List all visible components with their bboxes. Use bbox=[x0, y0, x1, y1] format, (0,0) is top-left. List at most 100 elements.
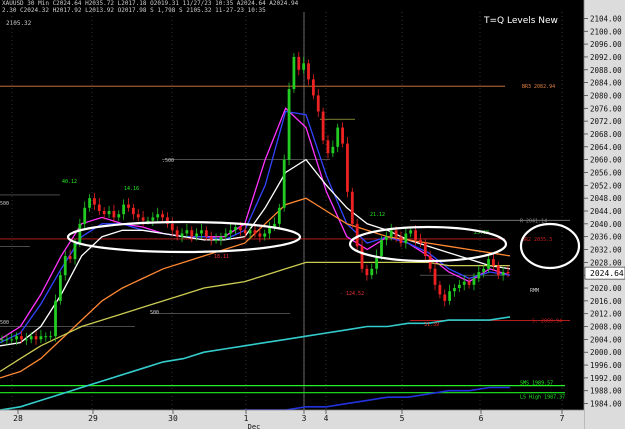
candle-body-99 bbox=[482, 268, 486, 272]
y-tick-label-13: 2052.00 bbox=[590, 181, 622, 190]
y-tick-label-1: 2100.00 bbox=[590, 27, 622, 36]
ma-line-5 bbox=[0, 316, 511, 411]
candle-body-17 bbox=[83, 207, 87, 224]
candle-body-57 bbox=[277, 207, 281, 224]
candle-body-89 bbox=[433, 268, 437, 285]
y-tick-label-19: 2028.00 bbox=[590, 258, 622, 267]
level-label-3: S. 2009.94 bbox=[532, 318, 562, 324]
annotation-6: 31.39 bbox=[424, 322, 439, 328]
candle-body-74 bbox=[360, 246, 364, 269]
annotation-7: .500 bbox=[162, 158, 174, 164]
candle-body-72 bbox=[350, 191, 354, 224]
candle-body-104 bbox=[506, 271, 510, 274]
candle-body-40 bbox=[195, 233, 199, 237]
candle-body-67 bbox=[326, 140, 330, 154]
y-tick-label-22: 2016.00 bbox=[590, 297, 622, 306]
y-tick-label-11: 2060.00 bbox=[590, 156, 622, 165]
candle-body-45 bbox=[219, 236, 223, 240]
candle-body-16 bbox=[78, 223, 82, 244]
candle-body-63 bbox=[307, 63, 310, 80]
annotation-3: 21.12 bbox=[370, 212, 385, 218]
y-tick-label-24: 2008.00 bbox=[590, 323, 622, 332]
candle-body-2 bbox=[10, 339, 14, 341]
annotation-1: 14.16 bbox=[124, 186, 139, 192]
candle-body-27 bbox=[131, 207, 135, 215]
candle-body-61 bbox=[297, 56, 301, 70]
x-tick-label-6: 5 bbox=[400, 414, 405, 423]
candle-body-62 bbox=[302, 63, 306, 70]
candle-body-76 bbox=[370, 268, 374, 276]
candle-body-7 bbox=[34, 336, 38, 340]
candle-body-31 bbox=[151, 217, 155, 221]
candle-body-29 bbox=[141, 217, 145, 221]
candle-body-59 bbox=[287, 89, 291, 160]
candle-body-37 bbox=[180, 233, 184, 237]
candle-body-93 bbox=[453, 288, 456, 292]
candle-body-95 bbox=[462, 281, 466, 285]
candle-body-53 bbox=[258, 233, 262, 237]
candle-body-33 bbox=[161, 214, 164, 218]
candle-body-10 bbox=[49, 336, 53, 338]
candle-body-79 bbox=[384, 236, 388, 240]
candle-body-38 bbox=[185, 230, 189, 234]
y-tick-label-25: 2004.00 bbox=[590, 335, 622, 344]
candle-body-92 bbox=[448, 291, 452, 301]
candle-body-22 bbox=[107, 211, 111, 215]
candle-body-102 bbox=[496, 265, 500, 276]
annotation-0: 40.12 bbox=[62, 179, 77, 185]
candle-body-13 bbox=[63, 255, 67, 276]
candle-body-44 bbox=[214, 239, 218, 241]
candle-body-11 bbox=[54, 300, 57, 337]
ma-line-2 bbox=[0, 158, 511, 347]
candle-body-6 bbox=[29, 336, 33, 340]
candle-body-39 bbox=[190, 230, 194, 237]
ma-line-0 bbox=[0, 107, 511, 340]
candle-body-87 bbox=[423, 243, 427, 256]
candle-body-70 bbox=[341, 127, 344, 144]
candle-body-68 bbox=[331, 146, 335, 154]
candle-body-75 bbox=[365, 268, 369, 276]
candle-body-15 bbox=[73, 243, 77, 260]
candle-body-60 bbox=[292, 56, 296, 90]
candle-body-58 bbox=[282, 159, 286, 208]
candle-body-81 bbox=[394, 230, 398, 237]
level-label-1: R 2041.14 bbox=[520, 218, 547, 224]
candle-body-14 bbox=[68, 255, 72, 260]
x-tick-label-8: 7 bbox=[560, 414, 565, 423]
price-chart[interactable]: BR3 2082.94 R 2041.14 BR2 2035.3 S. 2009.94… bbox=[0, 0, 625, 429]
x-tick-label-2: 30 bbox=[168, 414, 178, 423]
candle-body-35 bbox=[170, 223, 174, 231]
candle-body-12 bbox=[58, 275, 62, 301]
candle-body-23 bbox=[112, 211, 116, 218]
x-tick-label-1: 29 bbox=[88, 414, 98, 423]
candle-body-54 bbox=[263, 233, 267, 237]
y-tick-label-4: 2088.00 bbox=[590, 66, 622, 75]
candle-body-5 bbox=[24, 339, 28, 341]
candle-body-94 bbox=[457, 284, 461, 289]
candle-body-26 bbox=[127, 204, 130, 208]
candle-body-98 bbox=[477, 271, 481, 279]
candle-body-51 bbox=[248, 230, 252, 234]
candle-body-103 bbox=[501, 271, 505, 276]
y-tick-label-30: 1984.00 bbox=[590, 400, 622, 409]
y-tick-label-10: 2064.00 bbox=[590, 143, 622, 152]
x-tick-label-7: 6 bbox=[479, 414, 484, 423]
candle-body-78 bbox=[380, 239, 383, 256]
y-tick-label-27: 1996.00 bbox=[590, 361, 622, 370]
x-tick-label-5: 4 bbox=[324, 414, 329, 423]
x-month-label: Dec bbox=[248, 423, 261, 429]
annotation-2: - 18.11 bbox=[208, 254, 229, 260]
candle-body-69 bbox=[336, 127, 340, 147]
candle-body-36 bbox=[175, 230, 179, 237]
x-tick-label-4: 3 bbox=[302, 414, 307, 423]
y-tick-label-6: 2080.00 bbox=[590, 91, 622, 100]
y-tick-label-5: 2084.00 bbox=[590, 79, 622, 88]
highlight-ellipse-2 bbox=[519, 222, 581, 270]
candle-body-41 bbox=[200, 230, 203, 234]
candle-body-20 bbox=[97, 204, 101, 211]
candle-body-88 bbox=[428, 255, 432, 269]
y-tick-label-16: 2040.00 bbox=[590, 220, 622, 229]
candle-body-9 bbox=[44, 336, 48, 338]
y-tick-label-3: 2092.00 bbox=[590, 53, 622, 62]
y-tick-label-14: 2048.00 bbox=[590, 194, 622, 203]
